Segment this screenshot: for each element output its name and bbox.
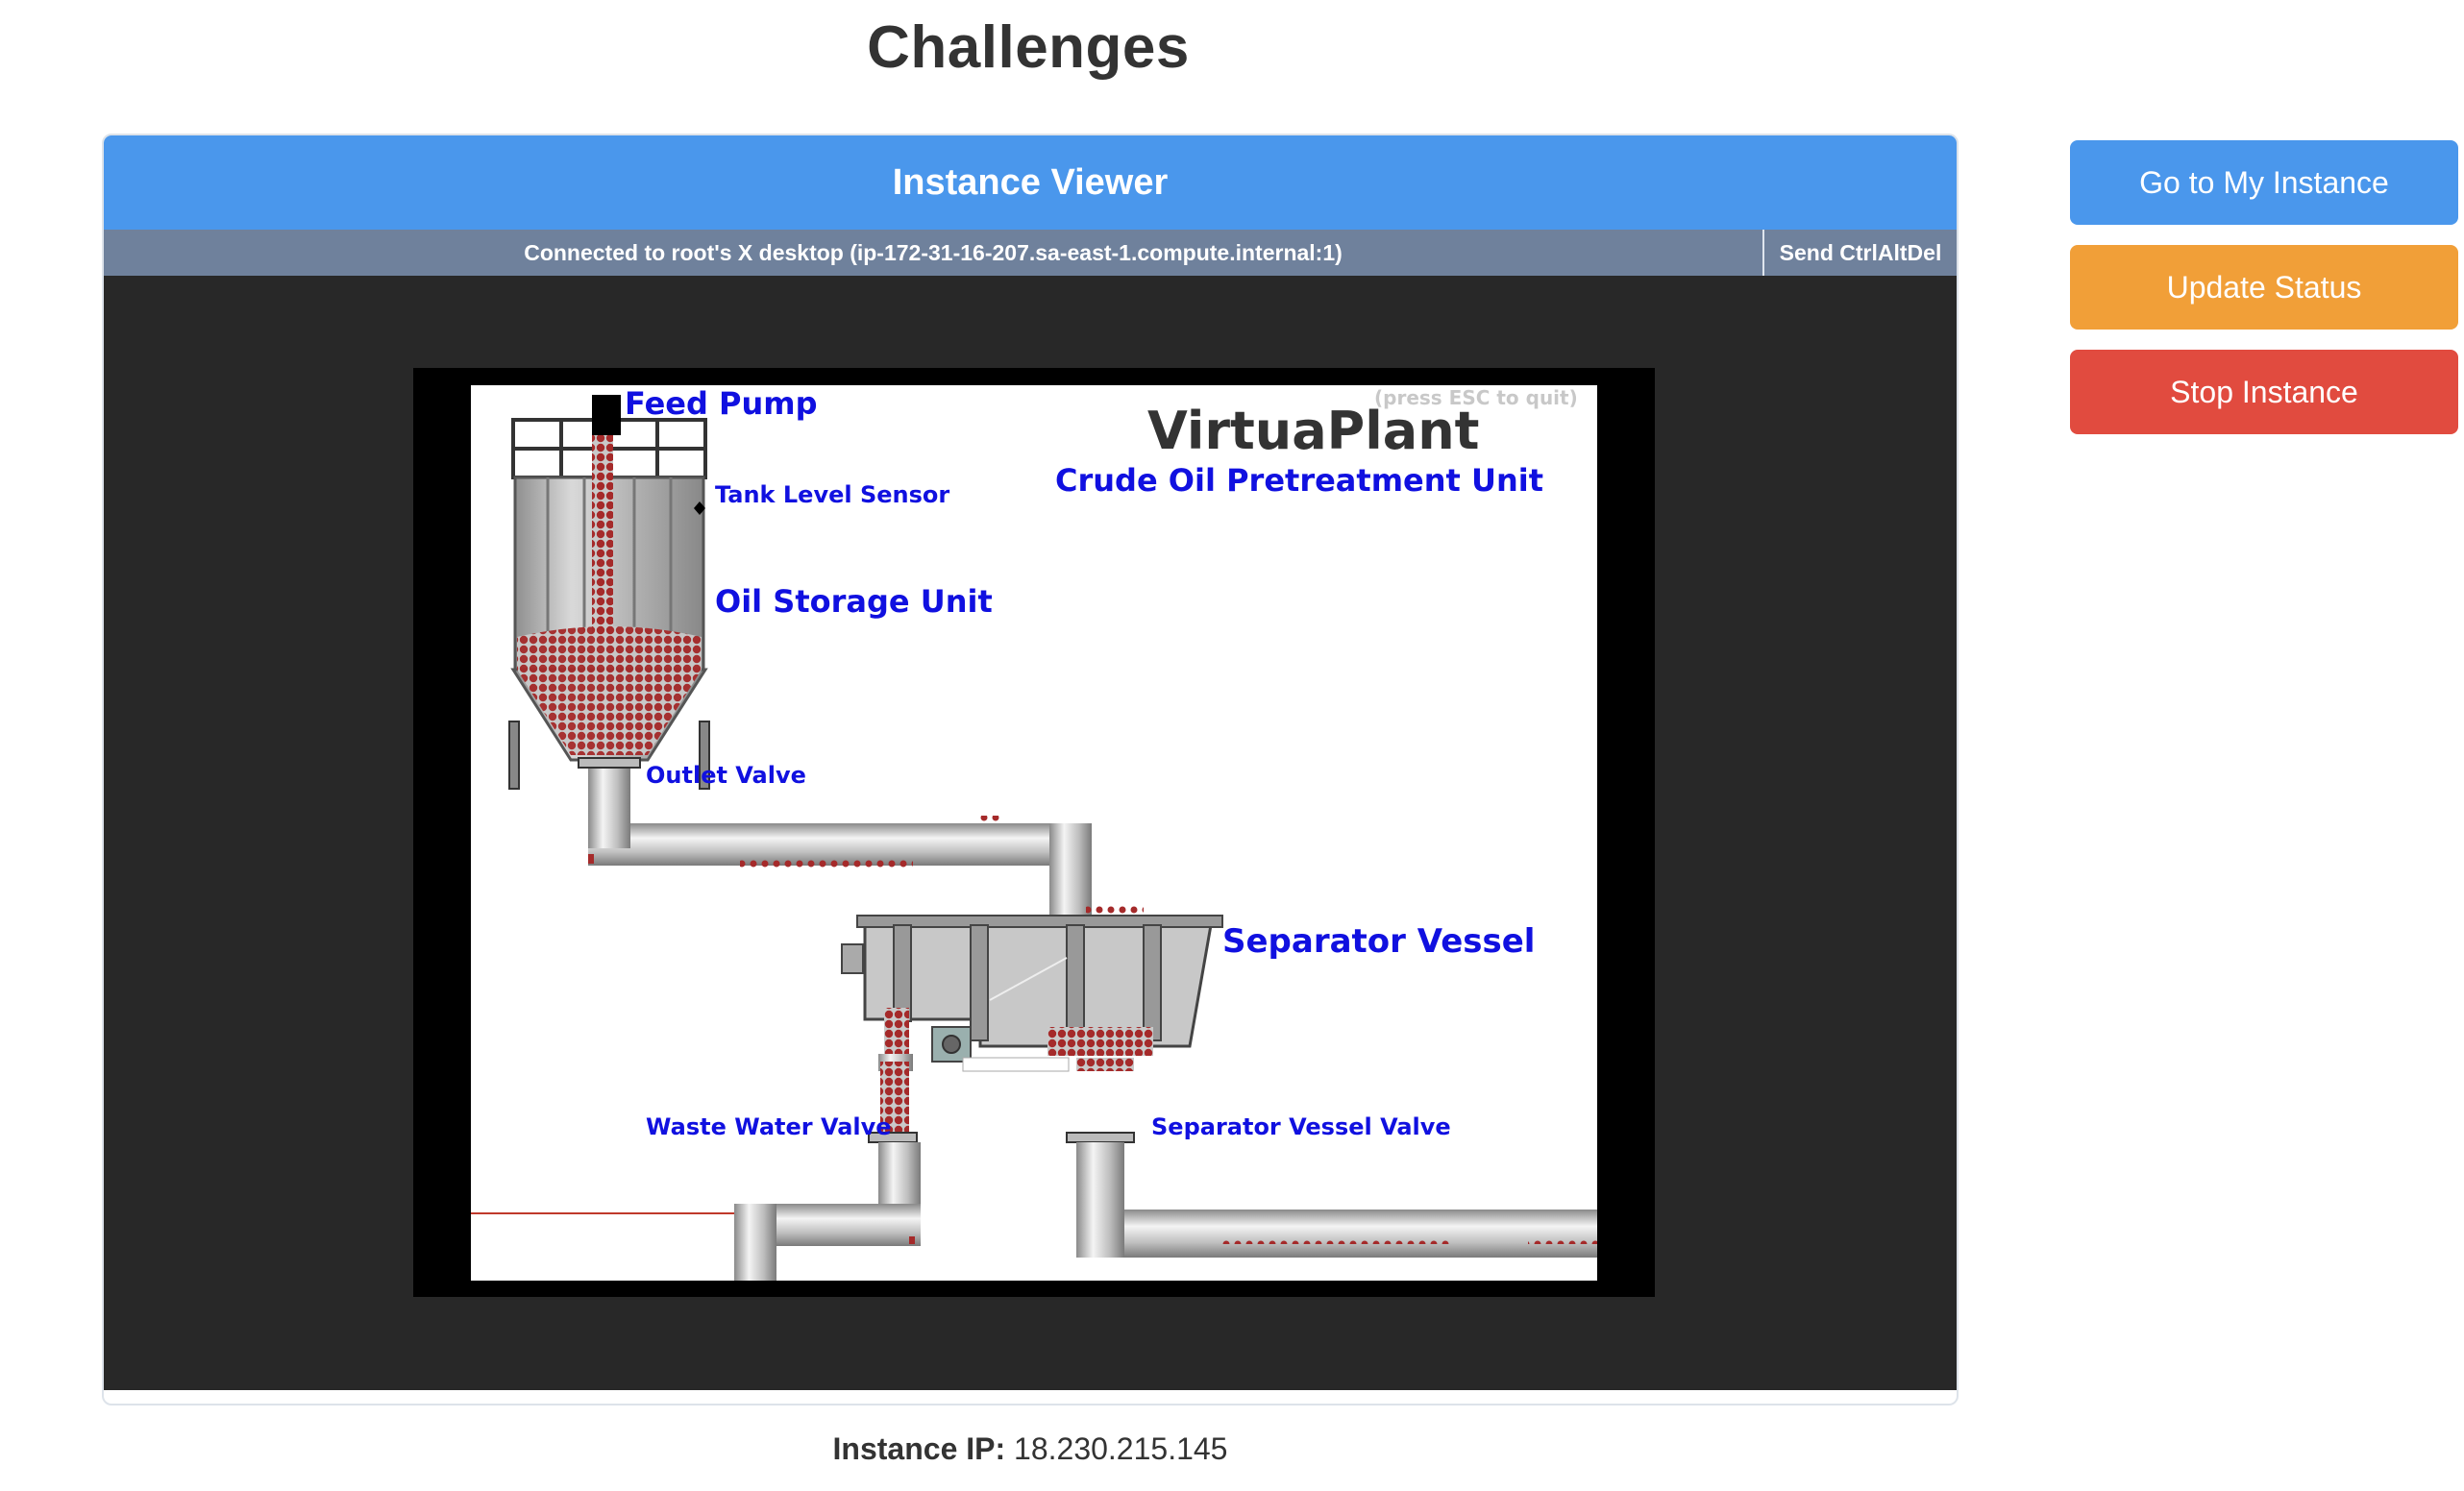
esc-hint: (press ESC to quit) xyxy=(1374,386,1578,409)
plant-diagram: Feed Pump Tank Level Sensor Oil Storage … xyxy=(471,385,1597,1281)
feed-pump-label: Feed Pump xyxy=(625,385,818,422)
go-to-my-instance-button[interactable]: Go to My Instance xyxy=(2070,140,2458,225)
instance-ip-value: 18.230.215.145 xyxy=(1014,1431,1228,1466)
separator-vessel-valve-label: Separator Vessel Valve xyxy=(1151,1113,1451,1140)
separator-vessel-label: Separator Vessel xyxy=(1222,922,1535,961)
instance-viewer-panel: Instance Viewer Connected to root's X de… xyxy=(102,134,1959,1405)
connection-status: Connected to root's X desktop (ip-172-31… xyxy=(524,239,1343,265)
remote-desktop-area[interactable]: Feed Pump Tank Level Sensor Oil Storage … xyxy=(104,276,1957,1390)
instance-ip-label: Instance IP: xyxy=(832,1431,1006,1466)
send-ctrl-alt-del-button[interactable]: Send CtrlAltDel xyxy=(1762,230,1957,276)
plant-subtitle: Crude Oil Pretreatment Unit xyxy=(1055,462,1543,499)
oil-storage-unit-label: Oil Storage Unit xyxy=(715,583,993,620)
virtuaplant-brand: VirtuaPlant xyxy=(1147,401,1479,461)
virtuaplant-hmi[interactable]: Feed Pump Tank Level Sensor Oil Storage … xyxy=(471,385,1597,1281)
waste-water-valve-label: Waste Water Valve xyxy=(646,1113,892,1140)
vnc-status-bar: Connected to root's X desktop (ip-172-31… xyxy=(104,230,1957,276)
tank-level-sensor-label: Tank Level Sensor xyxy=(715,481,949,508)
update-status-button[interactable]: Update Status xyxy=(2070,245,2458,330)
remote-screen[interactable]: Feed Pump Tank Level Sensor Oil Storage … xyxy=(413,368,1655,1297)
outlet-valve-label: Outlet Valve xyxy=(646,762,806,789)
instance-viewer-title: Instance Viewer xyxy=(104,135,1957,230)
page-title: Challenges xyxy=(867,14,1190,81)
stop-instance-button[interactable]: Stop Instance xyxy=(2070,350,2458,434)
instance-ip: Instance IP: 18.230.215.145 xyxy=(0,1431,2060,1467)
